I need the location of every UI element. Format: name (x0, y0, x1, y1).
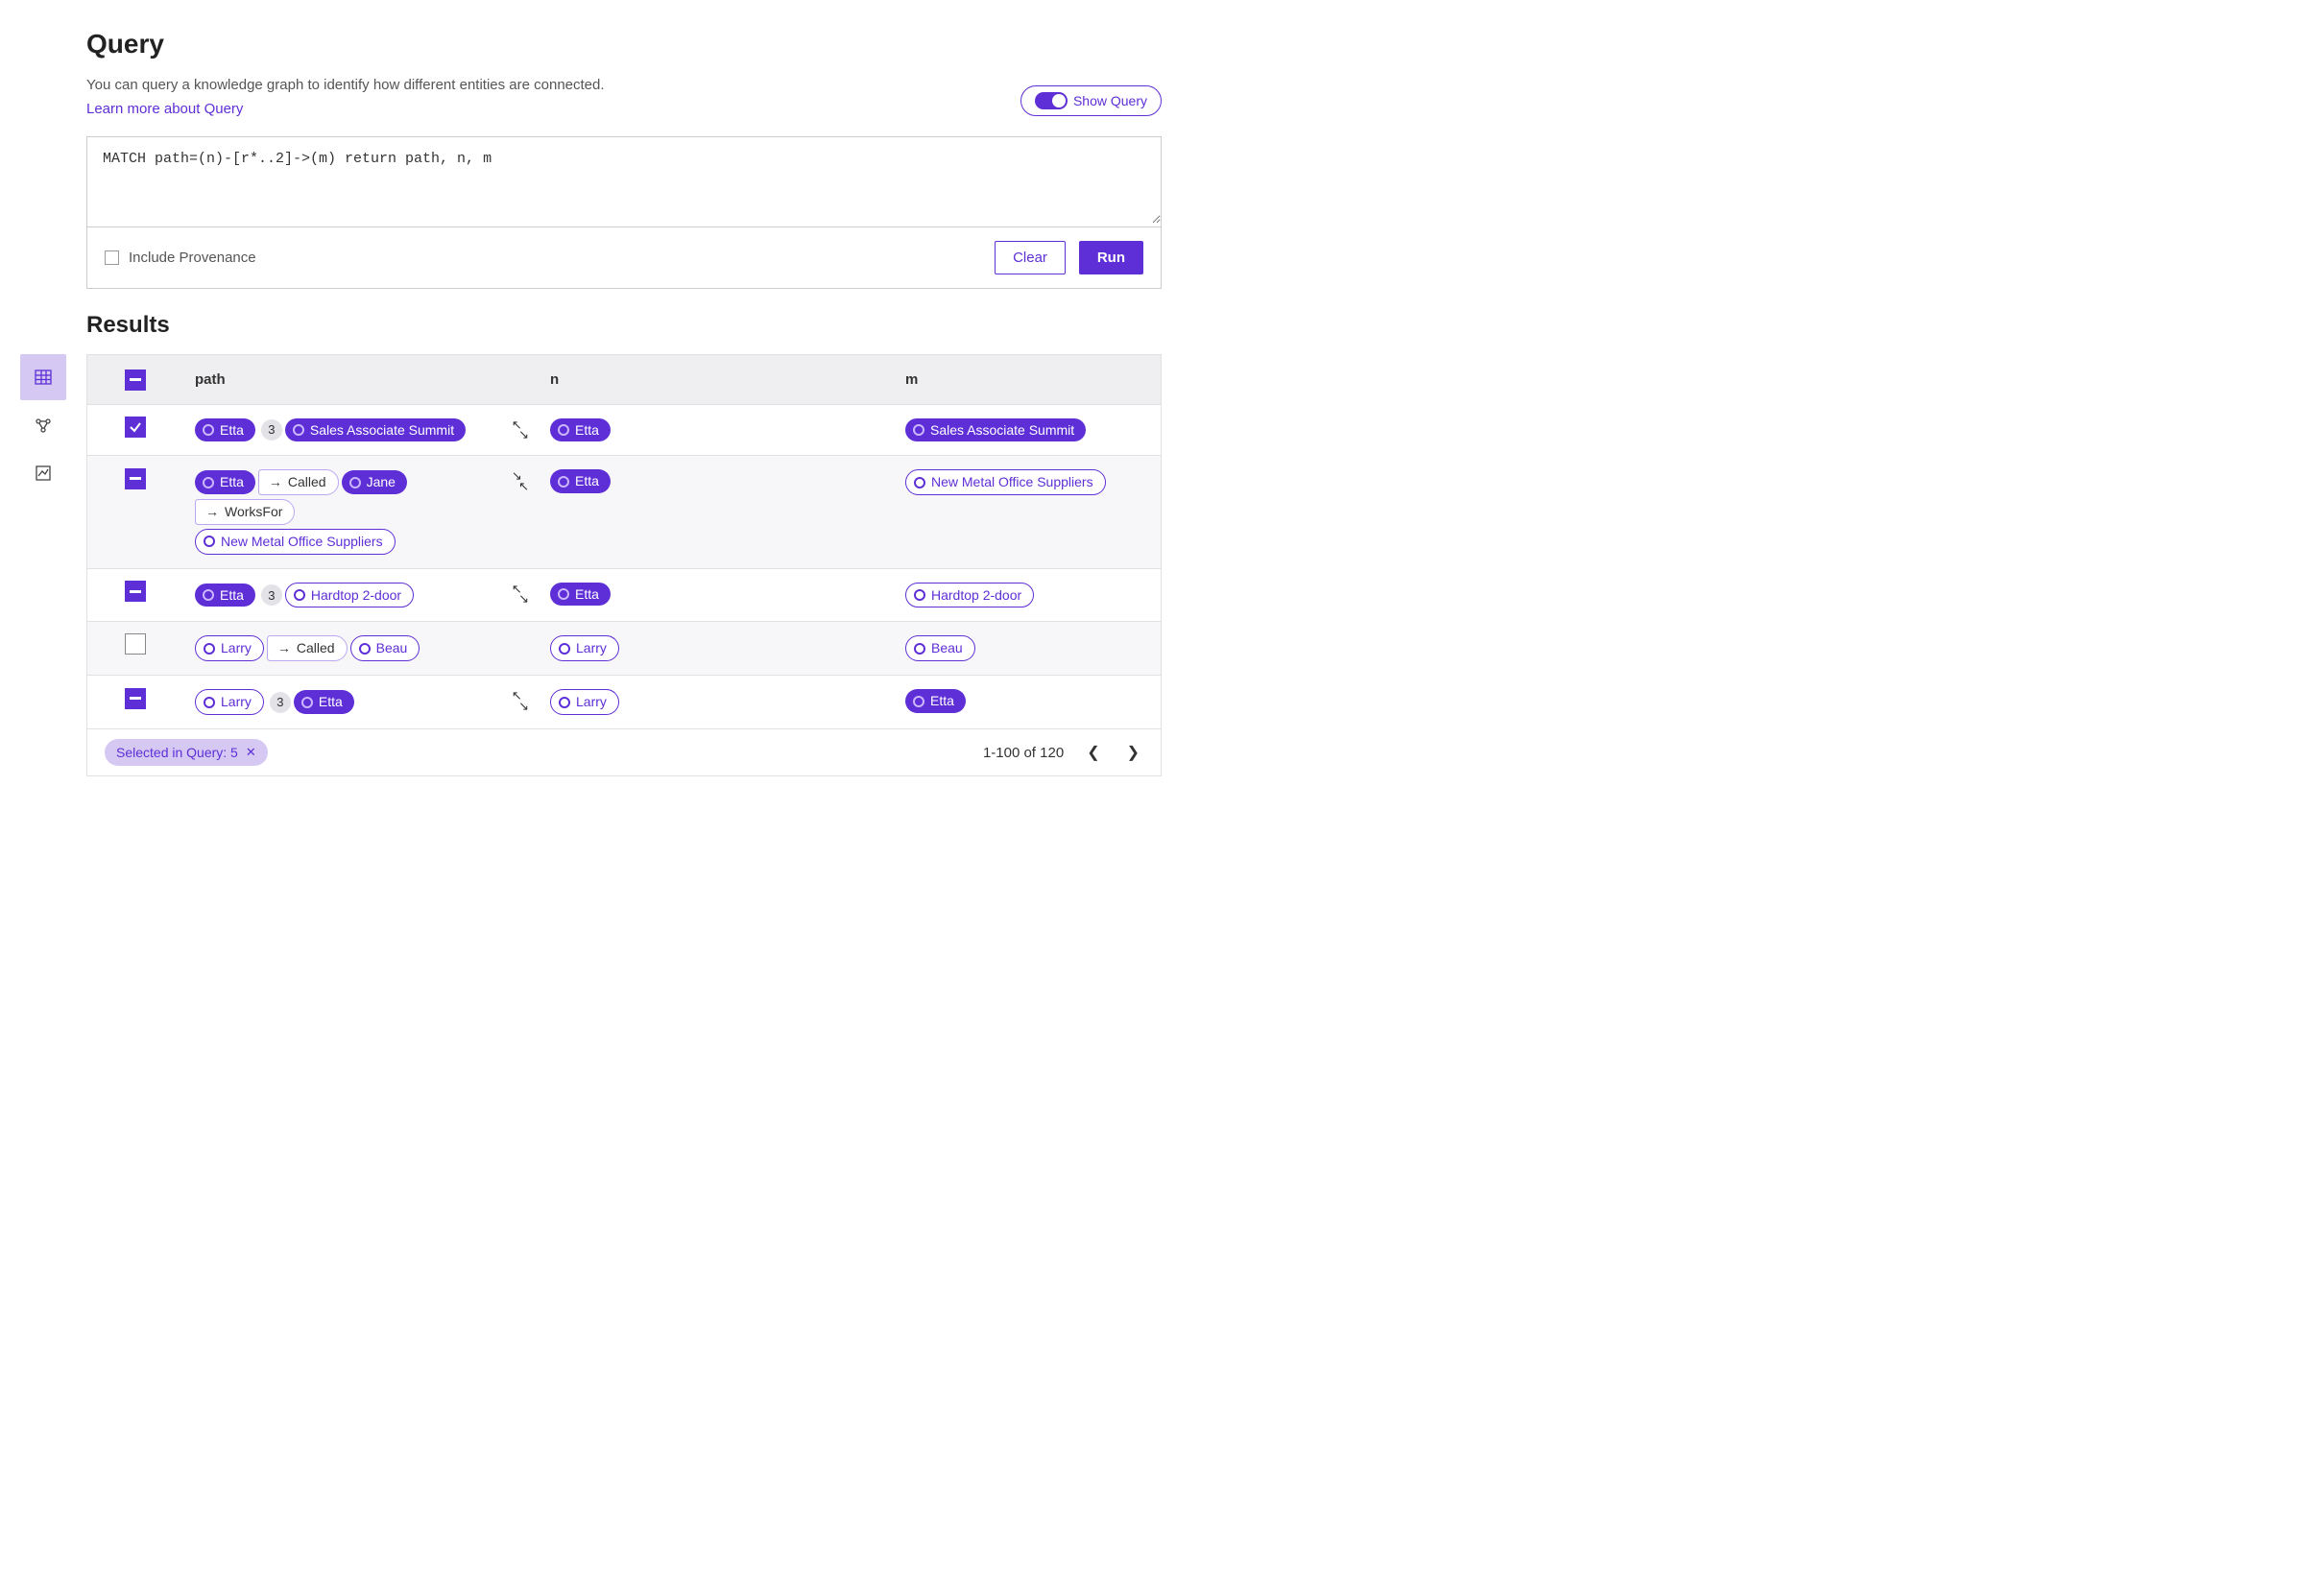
clear-selection-icon[interactable]: ✕ (246, 745, 256, 760)
entity-dot-icon (914, 477, 925, 488)
entity-chip[interactable]: Hardtop 2-door (285, 583, 414, 608)
expand-icon[interactable]: ↖ ↘ (512, 584, 529, 605)
entity-dot-icon (558, 476, 569, 488)
table-row: Larry→CalledBeau Larry Beau (87, 622, 1161, 676)
entity-chip[interactable]: Larry (195, 635, 264, 661)
entity-dot-icon (301, 697, 313, 708)
entity-dot-icon (559, 643, 570, 655)
entity-dot-icon (204, 697, 215, 708)
entity-chip[interactable]: Etta (195, 418, 255, 442)
entity-chip[interactable]: Etta (550, 583, 611, 607)
expand-icon[interactable]: ↖ ↘ (512, 691, 529, 711)
pagination-range: 1-100 of 120 (983, 745, 1064, 761)
entity-dot-icon (294, 589, 305, 601)
run-button[interactable]: Run (1079, 241, 1143, 274)
entity-dot-icon (203, 477, 214, 488)
entity-chip[interactable]: Etta (550, 418, 611, 442)
entity-dot-icon (204, 643, 215, 655)
row-checkbox[interactable] (125, 581, 146, 602)
learn-more-link[interactable]: Learn more about Query (86, 101, 243, 117)
entity-chip[interactable]: Sales Associate Summit (285, 418, 466, 442)
table-row: Etta3Hardtop 2-door ↖ ↘ Etta Hardtop 2-d… (87, 569, 1161, 623)
view-graph-icon[interactable] (20, 402, 66, 448)
arrow-icon: → (277, 640, 291, 656)
view-chart-icon[interactable] (20, 450, 66, 496)
column-header-m[interactable]: m (894, 355, 1161, 405)
entity-dot-icon (914, 643, 925, 655)
path-count-badge: 3 (261, 419, 282, 441)
entity-chip[interactable]: Etta (294, 690, 354, 714)
checkbox-icon (105, 250, 119, 265)
table-row: Larry3Etta ↖ ↘ Larry Etta (87, 676, 1161, 729)
selected-count-label: Selected in Query: 5 (116, 745, 238, 760)
entity-dot-icon (203, 589, 214, 601)
table-row: Etta3Sales Associate Summit ↖ ↘ Etta Sal… (87, 405, 1161, 457)
column-header-path[interactable]: path (183, 355, 539, 405)
entity-chip[interactable]: Etta (195, 470, 255, 494)
arrow-icon: → (269, 474, 282, 490)
selected-count-chip: Selected in Query: 5 ✕ (105, 739, 268, 766)
entity-dot-icon (913, 696, 924, 707)
entity-dot-icon (914, 589, 925, 601)
entity-dot-icon (359, 643, 371, 655)
entity-chip[interactable]: Etta (550, 469, 611, 493)
relation-chip[interactable]: →Called (267, 635, 348, 661)
show-query-toggle[interactable]: Show Query (1020, 85, 1162, 116)
page-title: Query (86, 29, 1162, 60)
page-subtitle: You can query a knowledge graph to ident… (86, 77, 605, 93)
entity-dot-icon (558, 424, 569, 436)
entity-chip[interactable]: Larry (550, 635, 619, 661)
entity-chip[interactable]: Etta (195, 584, 255, 607)
entity-dot-icon (293, 424, 304, 436)
toggle-indicator (1035, 92, 1068, 109)
query-box: Include Provenance Clear Run (86, 136, 1162, 289)
row-checkbox[interactable] (125, 688, 146, 709)
entity-chip[interactable]: New Metal Office Suppliers (195, 529, 396, 555)
results-heading: Results (86, 312, 1162, 339)
entity-chip[interactable]: Beau (350, 635, 420, 661)
entity-dot-icon (204, 536, 215, 547)
include-provenance-checkbox[interactable]: Include Provenance (105, 250, 256, 266)
entity-dot-icon (349, 477, 361, 488)
entity-chip[interactable]: New Metal Office Suppliers (905, 469, 1106, 495)
entity-chip[interactable]: Jane (342, 470, 407, 494)
entity-dot-icon (203, 424, 214, 436)
row-checkbox[interactable] (125, 468, 146, 489)
row-checkbox[interactable] (125, 633, 146, 655)
clear-button[interactable]: Clear (995, 241, 1066, 274)
include-provenance-label: Include Provenance (129, 250, 256, 266)
page-next-icon[interactable]: ❯ (1123, 739, 1143, 766)
arrow-icon: → (205, 504, 219, 520)
page-prev-icon[interactable]: ❮ (1083, 739, 1103, 766)
entity-chip[interactable]: Larry (550, 689, 619, 715)
results-table-container: path n m Etta3Sales Associate Summit ↖ ↘… (86, 354, 1162, 776)
show-query-label: Show Query (1073, 93, 1147, 108)
path-count-badge: 3 (261, 584, 282, 606)
entity-chip[interactable]: Etta (905, 689, 966, 713)
path-count-badge: 3 (270, 692, 291, 713)
entity-chip[interactable]: Larry (195, 689, 264, 715)
entity-dot-icon (559, 697, 570, 708)
relation-chip[interactable]: →WorksFor (195, 499, 295, 525)
relation-chip[interactable]: →Called (258, 469, 339, 495)
query-input[interactable] (87, 137, 1161, 224)
collapse-icon[interactable]: ↘ ↖ (512, 471, 529, 491)
column-header-n[interactable]: n (539, 355, 894, 405)
expand-icon[interactable]: ↖ ↘ (512, 420, 529, 441)
entity-chip[interactable]: Hardtop 2-door (905, 583, 1034, 608)
row-checkbox[interactable] (125, 417, 146, 438)
view-table-icon[interactable] (20, 354, 66, 400)
entity-dot-icon (558, 588, 569, 600)
select-all-checkbox[interactable] (125, 369, 146, 391)
entity-dot-icon (913, 424, 924, 436)
entity-chip[interactable]: Sales Associate Summit (905, 418, 1086, 442)
entity-chip[interactable]: Beau (905, 635, 975, 661)
table-row: Etta→CalledJane→WorksForNew Metal Office… (87, 456, 1161, 568)
